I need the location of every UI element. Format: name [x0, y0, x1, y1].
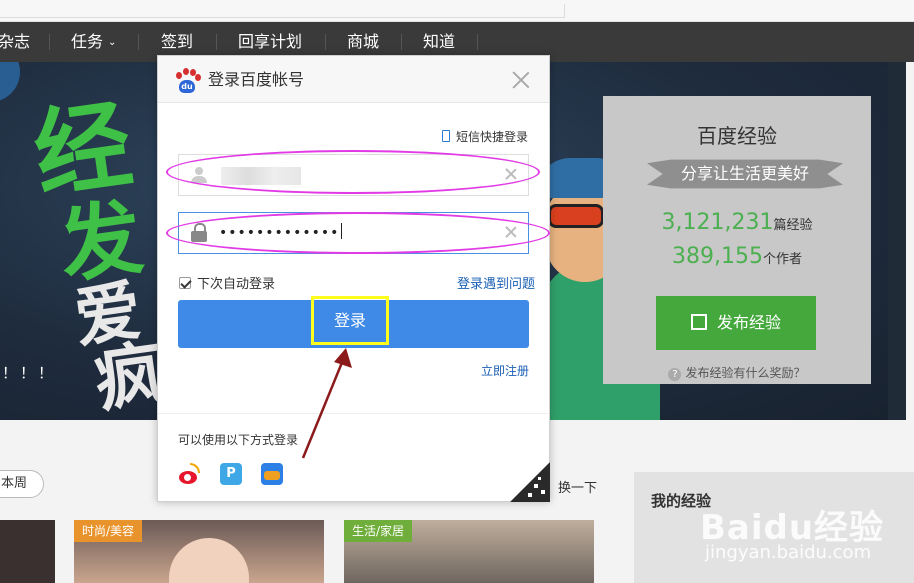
arrow-shaft	[301, 359, 345, 459]
annotation-arrow	[301, 348, 352, 459]
arrow-head	[334, 348, 352, 368]
